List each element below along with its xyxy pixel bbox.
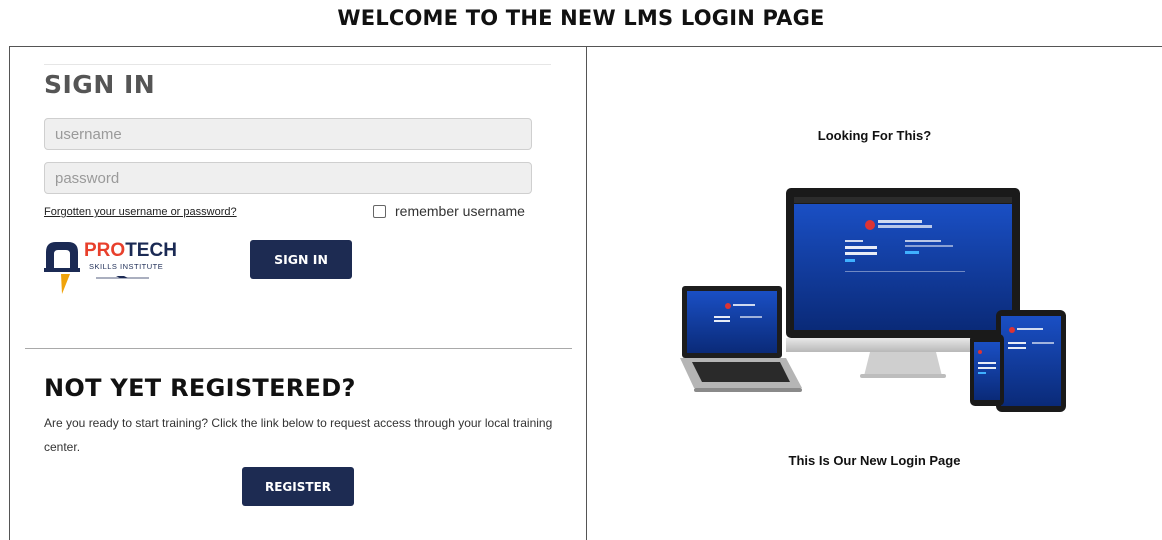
password-input[interactable]	[44, 162, 532, 194]
promo-caption: This Is Our New Login Page	[788, 453, 961, 468]
remember-label: remember username	[395, 203, 525, 219]
username-input[interactable]	[44, 118, 532, 150]
remember-checkbox[interactable]	[373, 204, 386, 218]
promo-heading: Looking For This?	[817, 128, 932, 143]
laptop	[680, 286, 802, 392]
protech-logo: PROTECH SKILLS INSTITUTE	[44, 238, 184, 296]
signin-heading: SIGN IN	[44, 70, 156, 99]
signin-top-rule	[44, 64, 551, 65]
page-title: WELCOME TO THE NEW LMS LOGIN PAGE	[337, 6, 825, 30]
register-heading: NOT YET REGISTERED?	[44, 374, 356, 402]
forgot-credentials-link[interactable]: Forgotten your username or password?	[44, 206, 237, 218]
tablet	[996, 310, 1066, 412]
register-button[interactable]: REGISTER	[242, 467, 354, 506]
logo-subtitle: SKILLS INSTITUTE	[89, 262, 164, 271]
section-divider	[25, 348, 572, 349]
phone	[970, 334, 1004, 406]
logo-wordmark: PROTECH	[84, 240, 177, 261]
sign-in-button[interactable]: SIGN IN	[250, 240, 352, 279]
devices-illustration	[680, 188, 1066, 412]
remember-username-option[interactable]: remember username	[373, 203, 525, 219]
register-description: Are you ready to start training? Click t…	[44, 416, 553, 454]
